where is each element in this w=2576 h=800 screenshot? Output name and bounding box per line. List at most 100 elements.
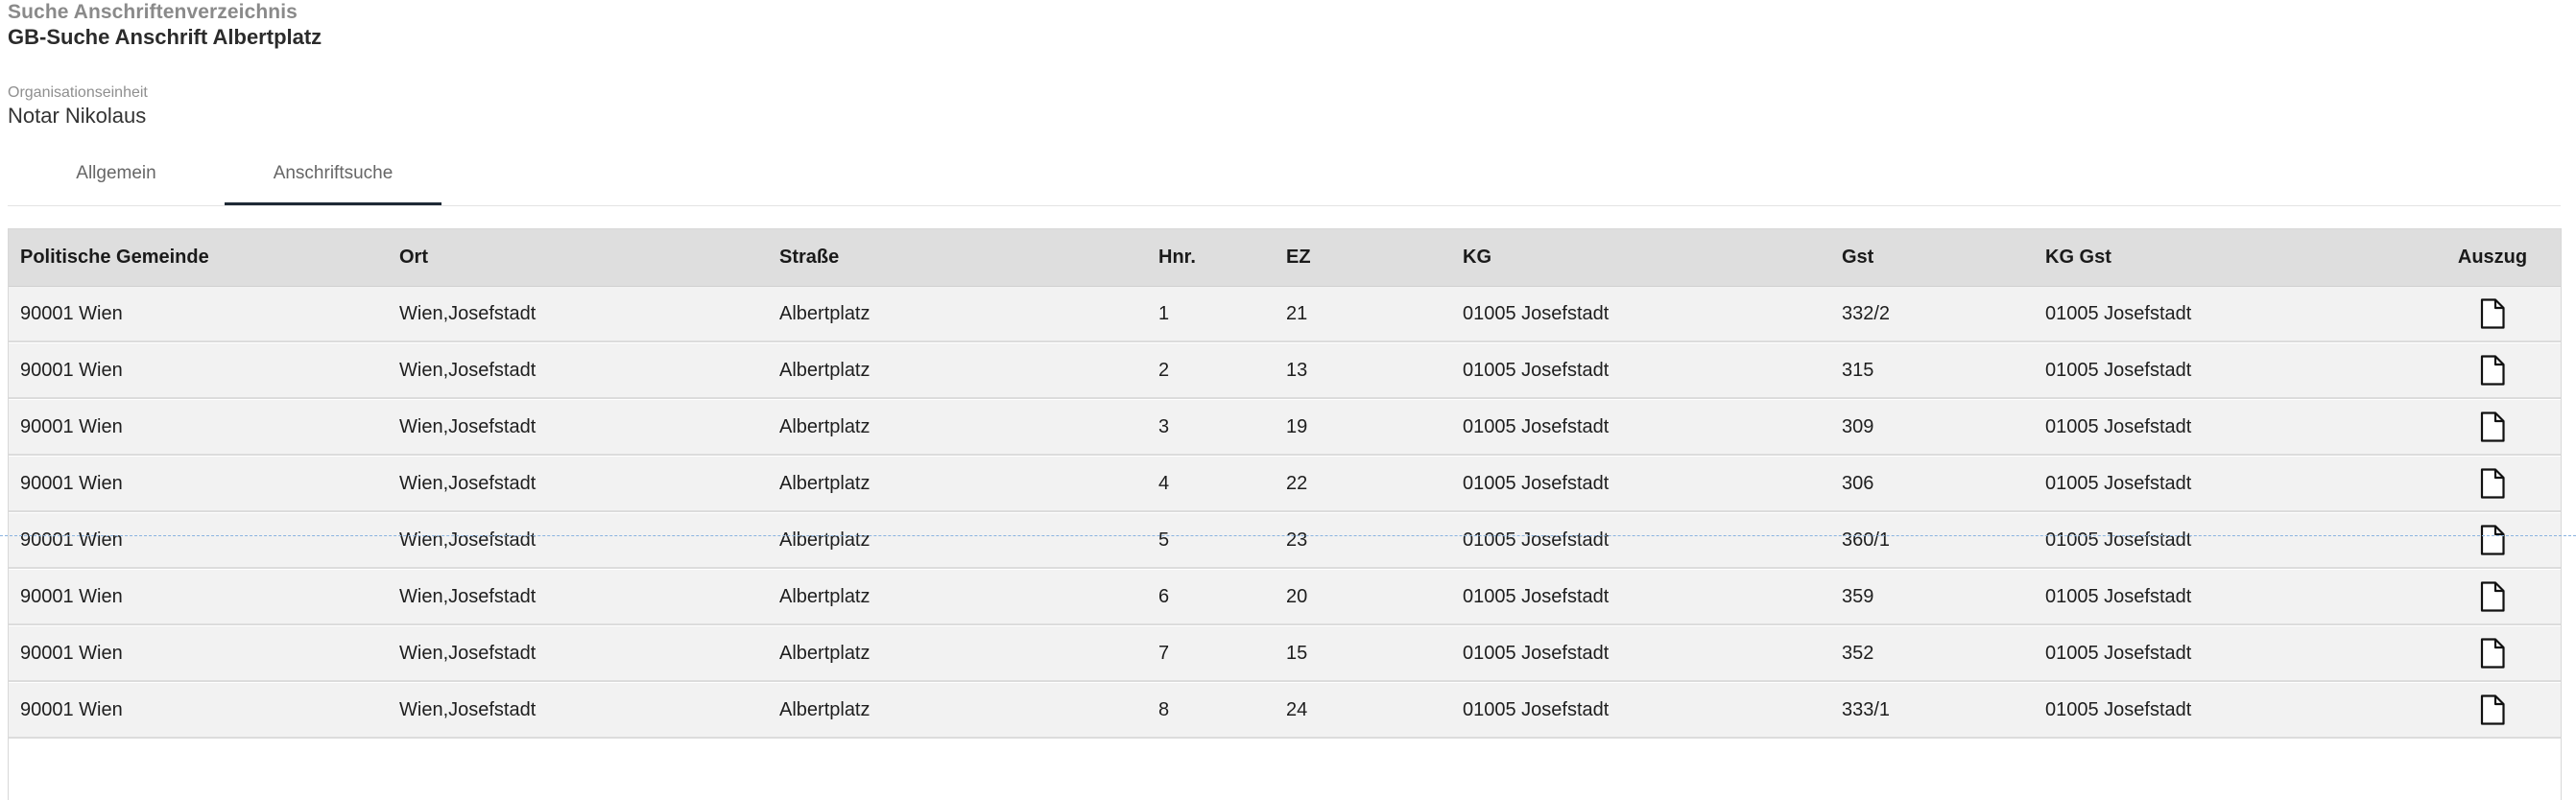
document-icon[interactable] [2480,581,2505,612]
column-header-hnr[interactable]: Hnr. [1158,229,1196,286]
cell-ez: 13 [1286,359,1308,381]
cell-ort: Wien,Josefstadt [399,585,537,607]
cell-ez: 19 [1286,415,1308,437]
cell-strasse: Albertplatz [779,529,871,551]
tab-anschriftsuche[interactable]: Anschriftsuche [225,152,441,205]
cell-hnr: 6 [1158,585,1170,607]
column-header-politische-gemeinde[interactable]: Politische Gemeinde [20,229,209,286]
document-icon[interactable] [2480,298,2505,329]
drag-guide-line [0,535,2576,536]
column-header-auszug: Auszug [2457,247,2528,268]
cell-kg: 01005 Josefstadt [1463,698,1610,720]
results-table: Politische Gemeinde Ort Straße Hnr. EZ K… [8,228,2562,800]
column-header-kg[interactable]: KG [1463,229,1491,286]
cell-hnr: 3 [1158,415,1170,437]
page-title: GB-Suche Anschrift Albertplatz [8,25,322,49]
cell-auszug [2445,570,2540,624]
cell-kg-gst: 01005 Josefstadt [2045,472,2192,494]
table-row[interactable]: 90001 Wien Wien,Josefstadt Albertplatz 7 15 0… [9,626,2561,682]
cell-politische-gemeinde: 90001 Wien [20,472,123,494]
document-icon[interactable] [2480,412,2505,442]
cell-ort: Wien,Josefstadt [399,698,537,720]
page: Suche Anschriftenverzeichnis GB-Suche An… [0,0,2576,800]
cell-kg: 01005 Josefstadt [1463,415,1610,437]
cell-ort: Wien,Josefstadt [399,359,537,381]
cell-ez: 23 [1286,529,1308,551]
cell-kg-gst: 01005 Josefstadt [2045,529,2192,551]
cell-auszug [2445,626,2540,680]
cell-ez: 22 [1286,472,1308,494]
cell-auszug [2445,287,2540,341]
cell-strasse: Albertplatz [779,642,871,664]
breadcrumb: Suche Anschriftenverzeichnis [8,1,298,23]
table-row[interactable]: 90001 Wien Wien,Josefstadt Albertplatz 5 23 0… [9,513,2561,569]
cell-hnr: 8 [1158,698,1170,720]
cell-ort: Wien,Josefstadt [399,472,537,494]
column-header-ort[interactable]: Ort [399,229,428,286]
cell-politische-gemeinde: 90001 Wien [20,642,123,664]
cell-kg-gst: 01005 Josefstadt [2045,585,2192,607]
cell-ez: 15 [1286,642,1308,664]
cell-kg: 01005 Josefstadt [1463,529,1610,551]
column-header-ez[interactable]: EZ [1286,229,1311,286]
cell-gst: 315 [1842,359,1874,381]
cell-hnr: 5 [1158,529,1170,551]
cell-ez: 24 [1286,698,1308,720]
cell-kg: 01005 Josefstadt [1463,472,1610,494]
cell-kg: 01005 Josefstadt [1463,642,1610,664]
cell-politische-gemeinde: 90001 Wien [20,415,123,437]
cell-hnr: 7 [1158,642,1170,664]
document-icon[interactable] [2480,694,2505,725]
column-header-gst[interactable]: Gst [1842,229,1873,286]
cell-kg: 01005 Josefstadt [1463,302,1610,324]
cell-politische-gemeinde: 90001 Wien [20,359,123,381]
cell-auszug [2445,457,2540,510]
table-row[interactable]: 90001 Wien Wien,Josefstadt Albertplatz 3 19 0… [9,400,2561,456]
table-row[interactable]: 90001 Wien Wien,Josefstadt Albertplatz 6 20 0… [9,570,2561,625]
cell-politische-gemeinde: 90001 Wien [20,698,123,720]
cell-hnr: 1 [1158,302,1170,324]
cell-gst: 306 [1842,472,1874,494]
cell-strasse: Albertplatz [779,698,871,720]
cell-hnr: 4 [1158,472,1170,494]
table-header-row: Politische Gemeinde Ort Straße Hnr. EZ K… [9,229,2561,287]
table-row[interactable]: 90001 Wien Wien,Josefstadt Albertplatz 1 21 0… [9,287,2561,342]
cell-gst: 352 [1842,642,1874,664]
cell-ort: Wien,Josefstadt [399,529,537,551]
cell-strasse: Albertplatz [779,302,871,324]
document-icon[interactable] [2480,525,2505,555]
table-row[interactable]: 90001 Wien Wien,Josefstadt Albertplatz 8 24 0… [9,683,2561,739]
cell-strasse: Albertplatz [779,359,871,381]
cell-politische-gemeinde: 90001 Wien [20,585,123,607]
document-icon[interactable] [2480,638,2505,669]
cell-kg-gst: 01005 Josefstadt [2045,698,2192,720]
cell-gst: 332/2 [1842,302,1891,324]
tab-bar: Allgemein Anschriftsuche [8,152,2561,206]
cell-auszug [2445,343,2540,397]
cell-ort: Wien,Josefstadt [399,415,537,437]
cell-gst: 333/1 [1842,698,1891,720]
cell-auszug [2445,683,2540,737]
cell-kg-gst: 01005 Josefstadt [2045,415,2192,437]
cell-strasse: Albertplatz [779,585,871,607]
cell-politische-gemeinde: 90001 Wien [20,529,123,551]
table-row[interactable]: 90001 Wien Wien,Josefstadt Albertplatz 4 22 0… [9,457,2561,512]
document-icon[interactable] [2480,355,2505,386]
column-header-strasse[interactable]: Straße [779,229,839,286]
cell-auszug [2445,400,2540,454]
org-unit-label: Organisationseinheit [8,84,148,101]
table-row[interactable]: 90001 Wien Wien,Josefstadt Albertplatz 2 13 0… [9,343,2561,399]
cell-kg: 01005 Josefstadt [1463,585,1610,607]
cell-kg-gst: 01005 Josefstadt [2045,302,2192,324]
cell-ez: 20 [1286,585,1308,607]
cell-gst: 359 [1842,585,1874,607]
cell-kg-gst: 01005 Josefstadt [2045,359,2192,381]
document-icon[interactable] [2480,468,2505,499]
cell-strasse: Albertplatz [779,415,871,437]
column-header-kg-gst[interactable]: KG Gst [2045,229,2111,286]
cell-ort: Wien,Josefstadt [399,642,537,664]
cell-gst: 360/1 [1842,529,1891,551]
tab-allgemein[interactable]: Allgemein [8,152,225,203]
cell-politische-gemeinde: 90001 Wien [20,302,123,324]
cell-ort: Wien,Josefstadt [399,302,537,324]
